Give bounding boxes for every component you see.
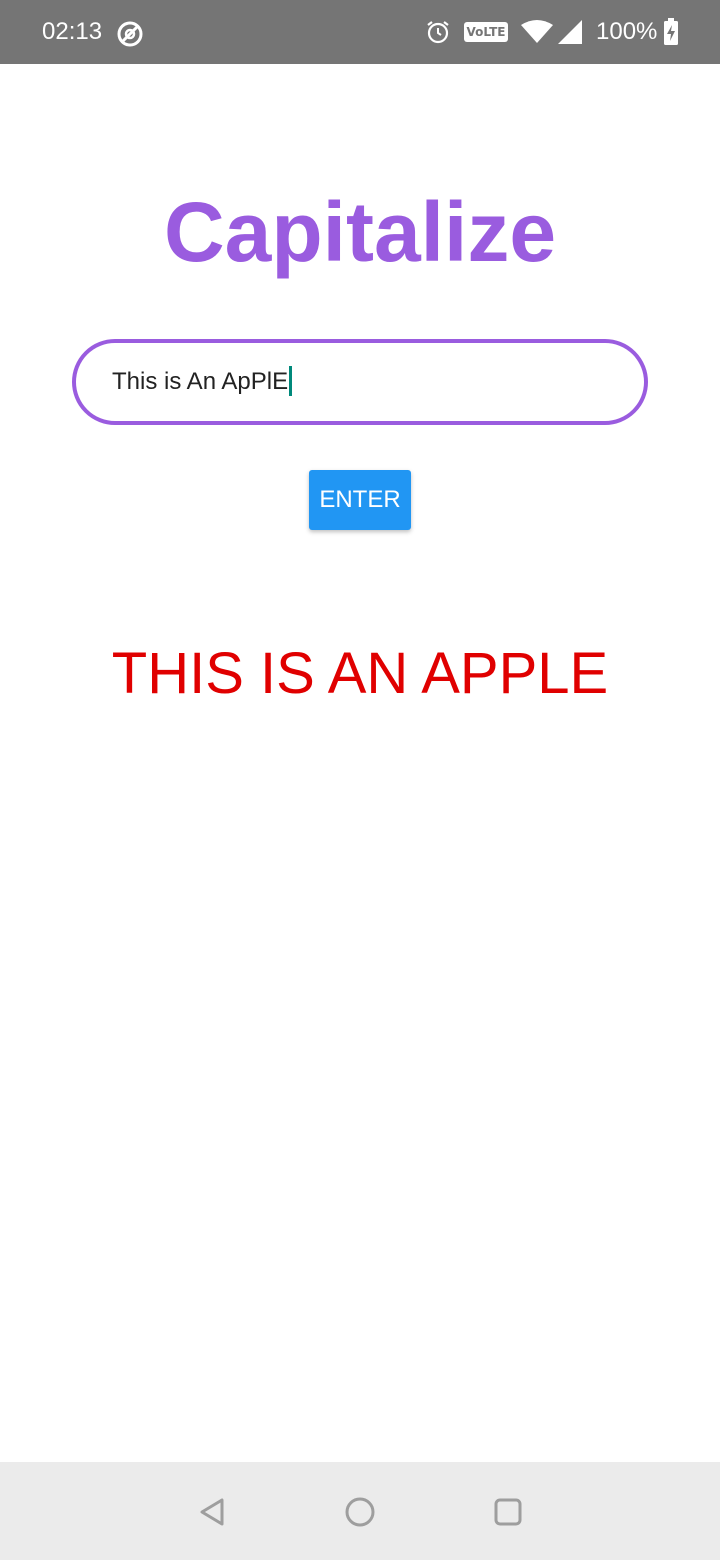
battery-percent: 100% xyxy=(596,18,658,45)
do-not-disturb-icon xyxy=(117,21,143,47)
recents-icon[interactable] xyxy=(478,1482,538,1542)
status-time: 02:13 xyxy=(42,18,103,45)
wifi-icon xyxy=(521,20,553,43)
text-input[interactable]: This is An ApPlE xyxy=(112,365,293,399)
alarm-icon xyxy=(427,21,449,44)
text-cursor xyxy=(289,366,293,396)
volte-icon: VoLTE xyxy=(464,22,508,42)
battery-charging-icon xyxy=(664,18,678,45)
navigation-bar xyxy=(0,1462,720,1560)
app-title: Capitalize xyxy=(163,185,557,279)
status-bar: 02:13 VoLTE 100% xyxy=(0,0,720,64)
text-input-field[interactable]: This is An ApPlE xyxy=(72,339,648,425)
back-icon[interactable] xyxy=(182,1482,242,1542)
home-icon[interactable] xyxy=(330,1482,390,1542)
result-text: THIS IS AN APPLE xyxy=(111,641,609,706)
text-input-value: This is An ApPlE xyxy=(112,368,289,395)
cell-signal-icon xyxy=(558,20,582,44)
enter-button[interactable]: ENTER xyxy=(309,470,411,530)
